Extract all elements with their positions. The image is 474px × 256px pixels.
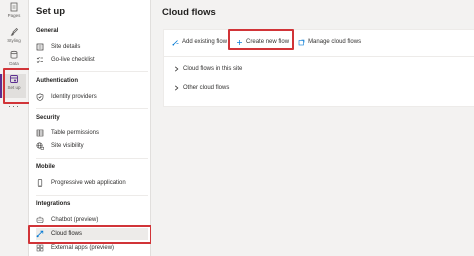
rail-item-pages[interactable]: Pages: [2, 2, 26, 26]
divider: [36, 71, 148, 72]
nav-item-label: Identity providers: [51, 94, 97, 100]
add-flow-icon: [172, 39, 179, 46]
nav-item-progressive-web-application[interactable]: Progressive web application: [36, 177, 148, 189]
main-content: Cloud flows Add existing flow Create new…: [151, 0, 474, 256]
manage-cloud-flows-button[interactable]: Manage cloud flows: [298, 39, 361, 46]
nav-item-identity-providers[interactable]: Identity providers: [36, 91, 148, 103]
nav-item-table-permissions[interactable]: Table permissions: [36, 127, 148, 139]
app-rail: Pages Styling Data Set up ···: [0, 0, 29, 256]
group-label: Cloud flows in this site: [183, 66, 243, 72]
cloud-flows-card: Add existing flow Create new flow Manage…: [163, 29, 474, 107]
cloud-flows-highlight: [28, 225, 152, 244]
group-other-cloud-flows[interactable]: Other cloud flows: [174, 85, 229, 91]
rail-item-label: Pages: [7, 13, 21, 18]
globe-lock-icon: [36, 142, 44, 150]
create-new-flow-highlight: [228, 29, 294, 50]
section-mobile: Mobile: [36, 164, 55, 170]
section-authentication: Authentication: [36, 78, 78, 84]
apps-icon: [36, 244, 44, 252]
nav-item-label: Progressive web application: [51, 180, 126, 186]
settings-icon: [36, 43, 44, 51]
chevron-right-icon: [174, 85, 179, 91]
nav-item-label: Go-live checklist: [51, 57, 95, 63]
divider: [36, 195, 148, 196]
setup-panel: Set up General Site details Go-live chec…: [29, 0, 151, 256]
nav-item-site-details[interactable]: Site details: [36, 41, 148, 53]
group-label: Other cloud flows: [183, 85, 230, 91]
group-cloud-flows-in-site[interactable]: Cloud flows in this site: [174, 66, 242, 72]
manage-cloud-flows-label: Manage cloud flows: [308, 39, 362, 45]
section-security: Security: [36, 115, 60, 121]
divider: [164, 56, 474, 57]
section-integrations: Integrations: [36, 201, 71, 207]
checklist-icon: [36, 56, 44, 64]
phone-icon: [36, 179, 44, 187]
external-link-icon: [298, 39, 305, 46]
nav-item-label: External apps (preview): [51, 245, 115, 251]
shield-check-icon: [36, 93, 44, 101]
section-general: General: [36, 28, 59, 34]
pages-icon: [10, 2, 18, 12]
nav-item-go-live-checklist[interactable]: Go-live checklist: [36, 54, 148, 66]
database-icon: [10, 50, 18, 59]
brush-icon: [10, 27, 19, 36]
nav-item-label: Chatbot (preview): [51, 217, 99, 223]
divider: [36, 158, 148, 159]
chevron-right-icon: [174, 66, 179, 72]
nav-item-label: Site details: [51, 44, 81, 50]
setup-highlight: [3, 68, 31, 104]
rail-item-styling[interactable]: Styling: [2, 27, 26, 51]
nav-item-label: Table permissions: [51, 130, 100, 136]
page-title: Cloud flows: [162, 7, 216, 18]
table-icon: [36, 129, 44, 137]
add-existing-flow-label: Add existing flow: [182, 39, 228, 45]
chatbot-icon: [36, 216, 44, 224]
nav-item-label: Site visibility: [51, 143, 84, 149]
panel-title: Set up: [36, 6, 66, 17]
rail-item-label: Data: [9, 61, 19, 66]
add-existing-flow-button[interactable]: Add existing flow: [172, 39, 227, 46]
nav-item-site-visibility[interactable]: Site visibility: [36, 140, 148, 152]
rail-item-label: Styling: [7, 38, 21, 43]
divider: [36, 108, 148, 109]
